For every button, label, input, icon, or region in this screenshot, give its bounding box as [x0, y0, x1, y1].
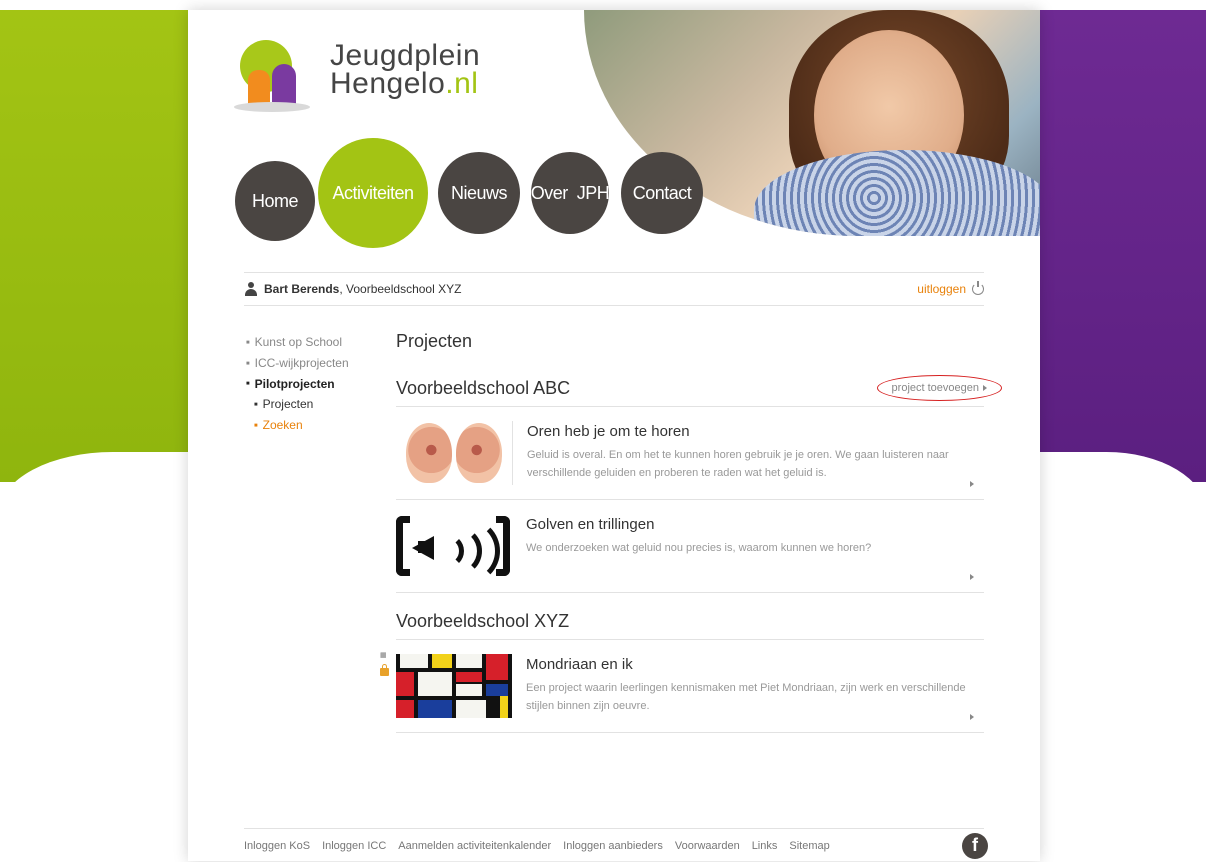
- mondrian-block: [456, 700, 486, 718]
- add-project-link[interactable]: project toevoegen: [876, 375, 1002, 401]
- mondrian-block: [486, 654, 508, 680]
- footer-link-aanmelden-activiteitenkalender[interactable]: Aanmelden activiteitenkalender: [398, 840, 551, 852]
- project-body: Golven en trillingen We onderzoeken wat …: [526, 500, 966, 592]
- ear-left-shape: [406, 423, 452, 483]
- project-description: We onderzoeken wat geluid nou precies is…: [526, 542, 872, 554]
- page-panel: Jeugdplein Hengelo.nl Home Activiteiten …: [188, 10, 1040, 861]
- mondrian-block: [396, 700, 414, 718]
- sidebar-item-icc-wijkprojecten[interactable]: ICC-wijkprojecten: [246, 353, 376, 374]
- project-body: Mondriaan en ik Een project waarin leerl…: [526, 640, 966, 732]
- project-title[interactable]: Mondriaan en ik: [526, 656, 966, 673]
- footer-link-inloggen-aanbieders[interactable]: Inloggen aanbieders: [563, 840, 663, 852]
- project-item[interactable]: Oren heb je om te horen Geluid is overal…: [396, 407, 984, 500]
- mondrian-block: [432, 654, 452, 668]
- left-decor-band: [0, 10, 188, 512]
- mondrian-block: [418, 672, 452, 696]
- mondrian-block: [456, 654, 482, 668]
- arrow-right-icon[interactable]: [970, 481, 974, 487]
- nav-contact[interactable]: Contact: [621, 152, 703, 234]
- arrow-right-icon: [983, 385, 987, 391]
- site-logo[interactable]: Jeugdplein Hengelo.nl: [234, 40, 494, 120]
- nav-nieuws[interactable]: Nieuws: [438, 152, 520, 234]
- project-title[interactable]: Oren heb je om te horen: [527, 423, 967, 440]
- sidebar-item-kunst-op-school[interactable]: Kunst op School: [246, 332, 376, 353]
- mondrian-block: [456, 684, 482, 696]
- right-decor-band: [1040, 10, 1206, 512]
- mondrian-block: [486, 684, 508, 696]
- section-heading-text: Voorbeeldschool XYZ: [396, 610, 570, 631]
- sidebar-nav: Kunst op School ICC-wijkprojecten Pilotp…: [246, 332, 376, 436]
- add-project-label: project toevoegen: [891, 382, 979, 394]
- logo-text: Jeugdplein Hengelo.nl: [330, 39, 481, 100]
- project-item[interactable]: Golven en trillingen We onderzoeken wat …: [396, 500, 984, 593]
- footer-link-inloggen-kos[interactable]: Inloggen KoS: [244, 840, 310, 852]
- image-icon[interactable]: ▦: [380, 652, 389, 660]
- power-icon: [972, 281, 984, 295]
- page-title: Projecten: [396, 331, 473, 351]
- sidebar-item-zoeken[interactable]: Zoeken: [246, 415, 376, 436]
- project-title[interactable]: Golven en trillingen: [526, 516, 966, 533]
- user-school: , Voorbeeldschool XYZ: [339, 282, 462, 296]
- bracket-left-shape: [396, 516, 410, 576]
- section-heading-text: Voorbeeldschool ABC: [396, 377, 571, 398]
- mondrian-block: [500, 696, 508, 718]
- mondrian-block: [456, 672, 482, 682]
- project-description: Geluid is overal. En om het te kunnen ho…: [527, 449, 949, 479]
- section-heading: Voorbeeldschool XYZ: [396, 603, 984, 640]
- footer: Inloggen KoS Inloggen ICC Aanmelden acti…: [244, 828, 988, 862]
- ears-image: [396, 421, 513, 485]
- mondrian-block: [396, 672, 414, 696]
- project-description: Een project waarin leerlingen kennismake…: [526, 682, 966, 712]
- project-status-icons: ▦: [380, 652, 392, 676]
- user-icon: [244, 282, 258, 296]
- section-heading: Voorbeeldschool ABC project toevoegen: [396, 370, 1002, 407]
- bracket-right-shape: [496, 516, 510, 576]
- sidebar-item-projecten[interactable]: Projecten: [246, 394, 376, 415]
- facebook-icon[interactable]: f: [962, 832, 988, 859]
- lock-icon: [380, 664, 389, 676]
- footer-link-links[interactable]: Links: [752, 840, 778, 852]
- sidebar-item-pilotprojecten[interactable]: Pilotprojecten: [246, 374, 376, 395]
- user-bar: Bart Berends , Voorbeeldschool XYZ uitlo…: [244, 272, 984, 306]
- footer-link-voorwaarden[interactable]: Voorwaarden: [675, 840, 740, 852]
- mondrian-block: [400, 654, 428, 668]
- logo-line1: Jeugdplein: [330, 39, 481, 72]
- nav-over-jph[interactable]: Over JPH: [531, 152, 610, 234]
- logo-line2: Hengelo: [330, 67, 446, 100]
- nav-activiteiten[interactable]: Activiteiten: [318, 138, 428, 248]
- project-body: Oren heb je om te horen Geluid is overal…: [527, 407, 967, 499]
- sound-wave-shape: [434, 518, 500, 578]
- logout-button[interactable]: uitloggen: [917, 281, 984, 296]
- logo-line2-wrap: Hengelo.nl: [330, 67, 480, 100]
- logo-suffix: .nl: [445, 67, 479, 100]
- project-item[interactable]: ▦ Mondriaan en ik Een project waarin lee…: [380, 640, 984, 733]
- logout-label: uitloggen: [917, 282, 966, 296]
- arrow-right-icon[interactable]: [970, 714, 974, 720]
- main-content: Projecten Voorbeeldschool ABC project to…: [380, 328, 1002, 733]
- ear-right-shape: [456, 423, 502, 483]
- footer-link-inloggen-icc[interactable]: Inloggen ICC: [322, 840, 386, 852]
- speaker-image: [396, 514, 512, 578]
- mondrian-block: [418, 700, 452, 718]
- logo-ground-shape: [234, 102, 310, 112]
- mondrian-image: [396, 654, 512, 718]
- user-name: Bart Berends: [264, 282, 340, 296]
- nav-home[interactable]: Home: [235, 161, 315, 241]
- arrow-right-icon[interactable]: [970, 574, 974, 580]
- footer-link-sitemap[interactable]: Sitemap: [789, 840, 829, 852]
